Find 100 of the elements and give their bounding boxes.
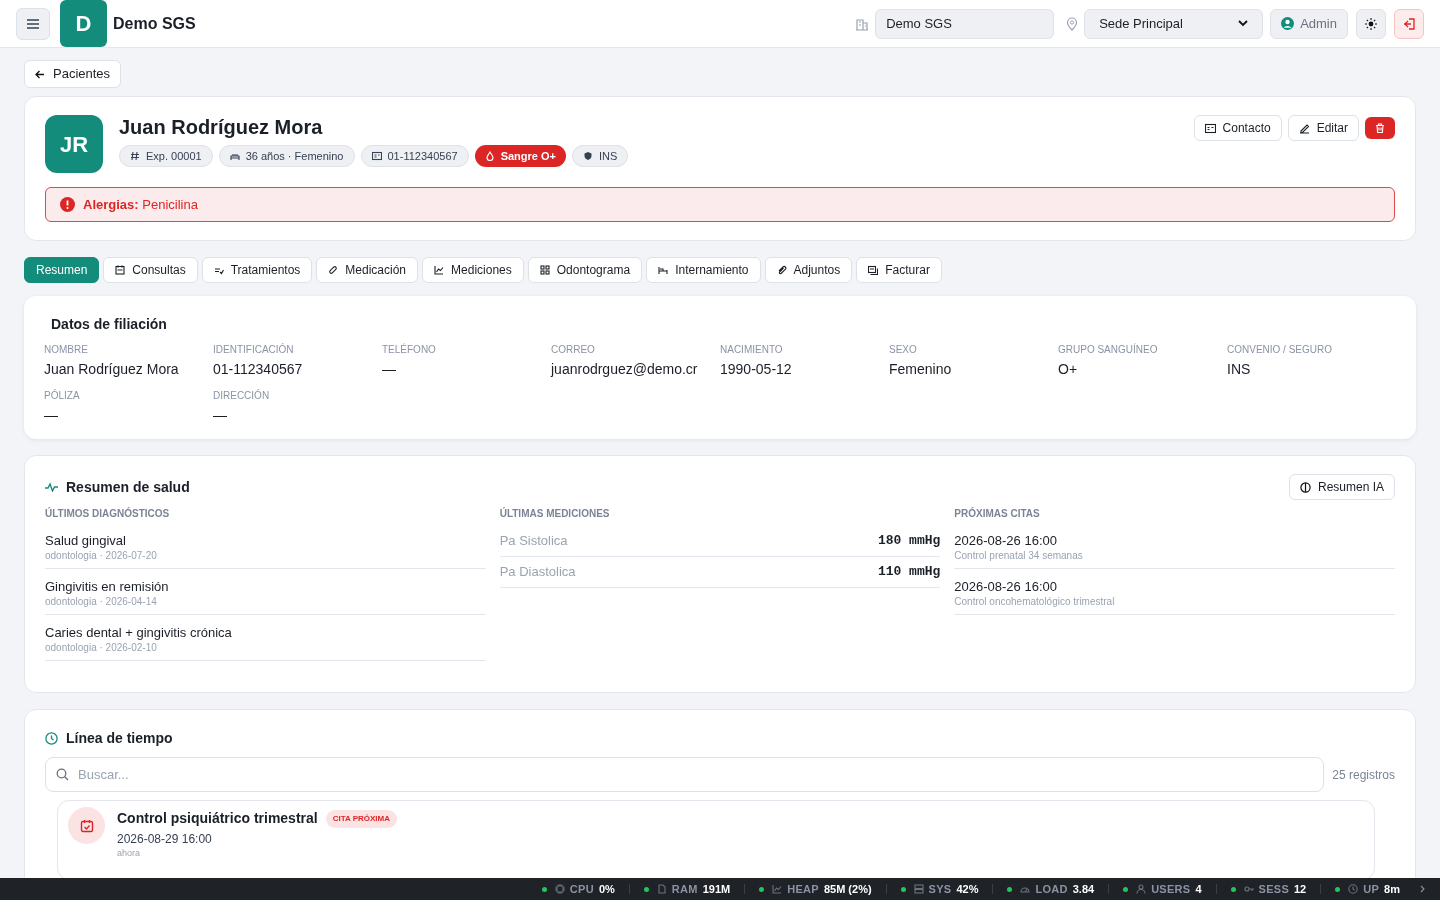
measurement-value: 180 mmHg [877, 532, 941, 551]
delete-button[interactable] [1365, 117, 1395, 139]
column-heading: PRÓXIMAS CITAS [954, 506, 1041, 521]
record-count: 25 registros [1332, 766, 1395, 784]
entry-datetime: 2026-08-29 16:00 [117, 831, 213, 847]
trash-icon [1375, 123, 1385, 133]
metric-value: 42% [956, 881, 979, 897]
tab[interactable]: Medicación [316, 257, 419, 283]
metric-label: USERS [1151, 881, 1191, 897]
back-button[interactable]: Pacientes [24, 60, 122, 88]
measurement-name: Pa Diastolica [499, 563, 576, 582]
appointment-description: Control oncohematológico trimestral [954, 595, 1116, 609]
heartbeat-icon [45, 482, 58, 492]
location-pin-icon [1066, 16, 1079, 31]
entry-time-ago: ahora [117, 847, 142, 859]
field-value: — [213, 406, 228, 425]
hash-icon [130, 151, 140, 161]
section-title: Resumen de salud [66, 477, 190, 497]
diagnosis-title: Caries dental + gingivitis crónica [45, 624, 233, 641]
info-chip: Exp. 00001 [119, 145, 213, 167]
tab[interactable]: Mediciones [422, 257, 524, 283]
edit-button[interactable]: Editar [1287, 115, 1359, 141]
field-value: — [44, 406, 59, 425]
metric-value: 0% [598, 881, 615, 897]
app-name: Demo SGS [113, 13, 196, 34]
patient-avatar: JR [45, 115, 103, 173]
circle-icon [1299, 481, 1311, 493]
metric-label: HEAP [787, 881, 819, 897]
metric-value: 4 [1195, 881, 1202, 897]
field-value: 01-112340567 [213, 360, 304, 379]
field-value: — [382, 360, 397, 379]
allergy-text: Alergias: Penicilina [83, 195, 198, 214]
branch-select[interactable]: Sede Principal [1084, 8, 1264, 39]
logout-button[interactable] [1394, 8, 1424, 39]
alert-icon [60, 197, 75, 212]
invoice-icon [868, 265, 879, 275]
field-value: INS [1227, 360, 1252, 379]
field-label: CORREO [551, 343, 596, 357]
chip-icon [554, 884, 565, 894]
metric-label: LOAD [1035, 881, 1068, 897]
company-field[interactable]: Demo SGS [875, 8, 1055, 39]
diagnosis-meta: odontologia · 2026-07-20 [45, 549, 158, 563]
contact-button[interactable]: Contacto [1193, 115, 1282, 141]
menu-icon [26, 17, 40, 30]
clock-icon [45, 732, 58, 745]
measurement-name: Pa Sistolica [499, 532, 568, 551]
info-chip: INS [572, 145, 629, 167]
column-heading: ÚLTIMOS DIAGNÓSTICOS [45, 506, 171, 521]
logout-icon [1402, 17, 1416, 30]
metric-value: 85M (2%) [823, 881, 872, 897]
search-field[interactable]: Buscar... [45, 757, 1325, 792]
contact-card-icon [1204, 122, 1216, 134]
tab[interactable]: Tratamientos [201, 257, 313, 283]
calendar-icon [115, 265, 126, 275]
tab[interactable]: Consultas [103, 257, 198, 283]
field-label: CONVENIO / SEGURO [1227, 343, 1333, 357]
bed-icon [658, 265, 669, 275]
building-icon [855, 16, 870, 31]
key-icon [1243, 884, 1254, 894]
menu-button[interactable] [16, 7, 50, 40]
field-value: juanrodrguez@demo.cr [551, 360, 699, 379]
field-label: NACIMIENTO [720, 343, 784, 357]
info-chip: Sangre O+ [474, 145, 566, 167]
calendar-icon [68, 807, 105, 844]
chart-icon [772, 884, 783, 894]
theme-toggle-button[interactable] [1356, 8, 1386, 39]
sun-icon [1365, 17, 1377, 30]
chevron-down-icon [1238, 20, 1249, 27]
field-label: IDENTIFICACIÓN [213, 343, 295, 357]
tab[interactable]: Adjuntos [764, 257, 853, 283]
diagnosis-title: Salud gingival [45, 532, 127, 549]
appointment-datetime: 2026-08-26 16:00 [954, 532, 1058, 549]
metric-value: 3.84 [1072, 881, 1095, 897]
pill-icon [328, 265, 339, 275]
user-button[interactable]: Admin [1270, 8, 1348, 39]
metric-value: 12 [1294, 881, 1307, 897]
field-label: TELÉFONO [382, 343, 437, 357]
id-card-icon [371, 151, 382, 161]
field-label: PÓLIZA [44, 389, 81, 403]
tab[interactable]: Internamiento [646, 257, 761, 283]
ai-summary-button[interactable]: Resumen IA [1288, 474, 1395, 500]
column-heading: ÚLTIMAS MEDICIONES [499, 506, 611, 521]
chevron-right-icon [1420, 885, 1426, 893]
metric-label: CPU [569, 881, 594, 897]
edit-icon [1298, 122, 1310, 134]
tab[interactable]: Resumen [24, 257, 100, 283]
field-label: SEXO [889, 343, 918, 357]
field-value: 1990-05-12 [720, 360, 793, 379]
drop-icon [484, 151, 495, 161]
field-label: GRUPO SANGUÍNEO [1058, 343, 1159, 357]
line-chart-icon [434, 265, 445, 275]
gauge-icon [1020, 884, 1031, 894]
tab[interactable]: Odontograma [527, 257, 643, 283]
field-label: NOMBRE [44, 343, 89, 357]
user-avatar-icon [1281, 17, 1295, 30]
tab[interactable]: Facturar [856, 257, 942, 283]
appointment-description: Control prenatal 34 semanas [954, 549, 1084, 563]
metric-label: RAM [671, 881, 698, 897]
grid-icon [539, 265, 550, 275]
metric-value: 8m [1384, 881, 1400, 897]
